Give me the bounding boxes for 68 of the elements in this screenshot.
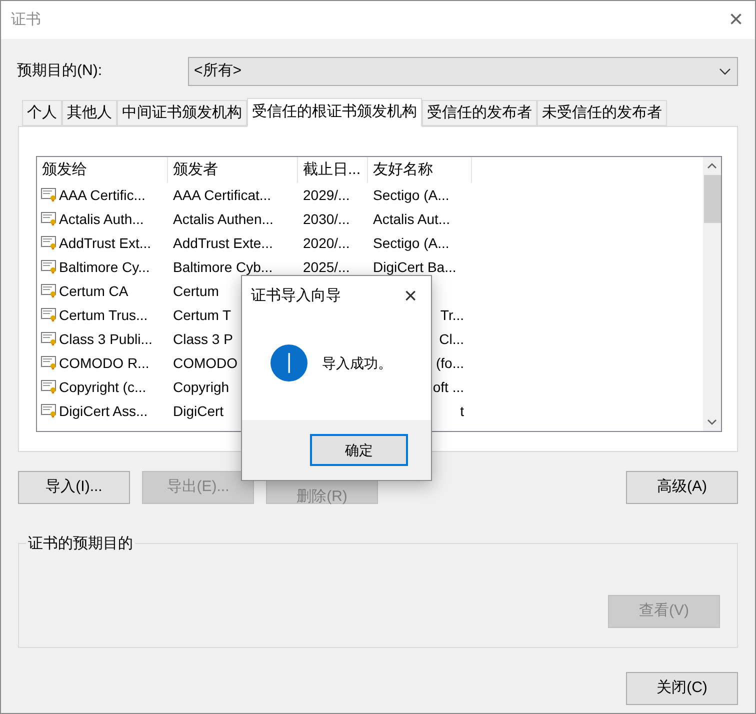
table-cell-text: DigiCert Ass... — [59, 402, 148, 421]
scrollbar[interactable] — [703, 157, 721, 431]
table-cell: AAA Certificat... — [173, 186, 272, 202]
certificate-icon — [41, 404, 57, 418]
table-cell: Class 3 P — [173, 330, 233, 346]
tab[interactable]: 其他人 — [62, 100, 117, 126]
column-header[interactable]: 截止日... — [298, 157, 368, 183]
table-cell: COMODO — [173, 354, 238, 370]
table-cell-text: AAA Certific... — [59, 186, 146, 204]
table-cell-text: COMODO R... — [59, 354, 150, 372]
tab[interactable]: 个人 — [22, 100, 62, 126]
certificate-icon — [41, 308, 57, 322]
purpose-label: 预期目的(N): — [17, 61, 103, 82]
table-cell: t — [460, 402, 464, 418]
table-cell-text: Copyright (c... — [59, 378, 146, 397]
table-cell: 2025/... — [303, 258, 350, 274]
table-cell: (fo... — [436, 354, 464, 370]
table-cell: oft ... — [432, 378, 464, 394]
certificate-icon — [41, 188, 57, 202]
table-cell-text: Certum CA — [59, 282, 128, 300]
ok-button[interactable]: 确定 — [310, 434, 408, 466]
advanced-button[interactable]: 高级(A) — [626, 471, 738, 504]
action-button[interactable]: 导入(I)... — [18, 471, 130, 504]
table-cell: Cl... — [439, 330, 464, 346]
table-cell: Actalis Authen... — [173, 210, 274, 226]
table-cell-text: Certum Trus... — [59, 306, 148, 324]
table-cell: AddTrust Exte... — [173, 234, 273, 250]
purpose-dropdown[interactable]: <所有> — [188, 57, 738, 86]
dialog-title: 证书导入向导 — [251, 286, 341, 306]
table-cell-text: Class 3 Publi... — [59, 330, 152, 348]
column-header[interactable]: 颁发给 — [37, 157, 168, 183]
certificate-icon — [41, 356, 57, 370]
table-cell: Certum — [173, 282, 219, 298]
table-cell: 2029/... — [303, 186, 350, 202]
tab[interactable]: 未受信任的发布者 — [537, 100, 667, 126]
certificate-icon — [41, 380, 57, 394]
table-cell-text: Actalis Auth... — [59, 210, 144, 228]
close-button[interactable]: × — [728, 8, 743, 32]
table-cell: DigiCert Ba... — [373, 258, 456, 274]
certificate-icon — [41, 284, 57, 298]
scroll-thumb[interactable] — [704, 175, 720, 223]
tab[interactable]: 中间证书颁发机构 — [117, 100, 247, 126]
table-cell-text: Baltimore Cy... — [59, 258, 150, 277]
close-dialog-button[interactable]: 关闭(C) — [626, 672, 738, 705]
close-button[interactable]: × — [404, 285, 417, 307]
table-cell: Certum T — [173, 306, 232, 322]
table-cell: Copyrigh — [173, 378, 230, 394]
dialog-message: 导入成功。 — [322, 354, 392, 372]
window-title: 证书 — [11, 10, 41, 30]
table-cell: 2030/... — [303, 210, 350, 226]
table-cell: Baltimore Cyb... — [173, 258, 273, 274]
info-icon — [270, 344, 308, 382]
table-cell: Sectigo (A... — [373, 186, 450, 202]
table-cell: DigiCert — [173, 402, 224, 418]
certificate-icon — [41, 212, 57, 226]
table-cell: Sectigo (A... — [373, 234, 450, 250]
certificate-icon — [41, 260, 57, 274]
tab[interactable]: 受信任的根证书颁发机构 — [247, 98, 422, 127]
certificate-icon — [41, 332, 57, 346]
table-cell-text: AddTrust Ext... — [59, 234, 152, 252]
table-cell: 2020/... — [303, 234, 350, 250]
column-header[interactable]: 友好名称 — [368, 157, 472, 183]
tab[interactable]: 受信任的发布者 — [422, 100, 537, 126]
chevron-down-icon — [719, 68, 731, 76]
certificate-icon — [41, 236, 57, 250]
column-header[interactable]: 颁发者 — [168, 157, 298, 183]
table-cell: Actalis Aut... — [373, 210, 450, 226]
table-cell: Tr... — [440, 306, 464, 322]
